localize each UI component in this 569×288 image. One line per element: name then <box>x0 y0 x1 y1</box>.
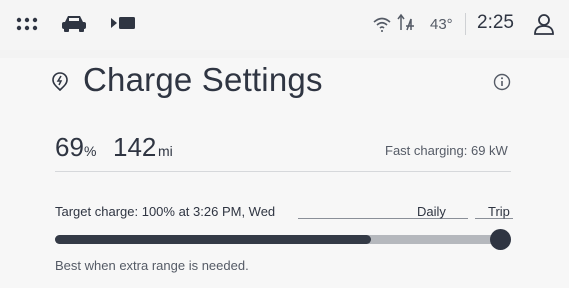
range-unit: mi <box>158 143 173 159</box>
clock: 2:25 <box>477 12 514 33</box>
fast-charging-status: Fast charging: 69 kW <box>385 143 508 158</box>
media-icon[interactable] <box>110 15 136 31</box>
range-value: 142 <box>113 132 157 162</box>
charge-location-icon <box>52 72 68 91</box>
status-divider <box>465 13 466 35</box>
page-title: Charge Settings <box>83 61 323 98</box>
info-icon[interactable] <box>493 73 511 91</box>
status-bar: 43° 2:25 <box>0 0 569 50</box>
wifi-icon <box>373 17 391 32</box>
battery-percent-unit: % <box>84 143 97 159</box>
car-icon[interactable] <box>60 13 88 33</box>
charge-slider-track[interactable] <box>55 235 500 244</box>
daily-option[interactable]: Daily <box>417 204 446 219</box>
row-divider <box>55 171 511 172</box>
charge-hint-text: Best when extra range is needed. <box>55 258 249 273</box>
target-charge-text: Target charge: 100% at 3:26 PM, Wed <box>55 204 276 219</box>
battery-percent: 69 <box>55 132 84 162</box>
charge-slider-fill <box>55 235 371 244</box>
profile-icon[interactable] <box>533 12 555 36</box>
outside-temperature: 43° <box>430 16 453 33</box>
charge-slider-thumb[interactable] <box>490 229 511 250</box>
apps-grid-icon[interactable] <box>16 17 38 31</box>
cellular-signal-icon <box>397 13 414 31</box>
trip-option[interactable]: Trip <box>488 204 510 219</box>
